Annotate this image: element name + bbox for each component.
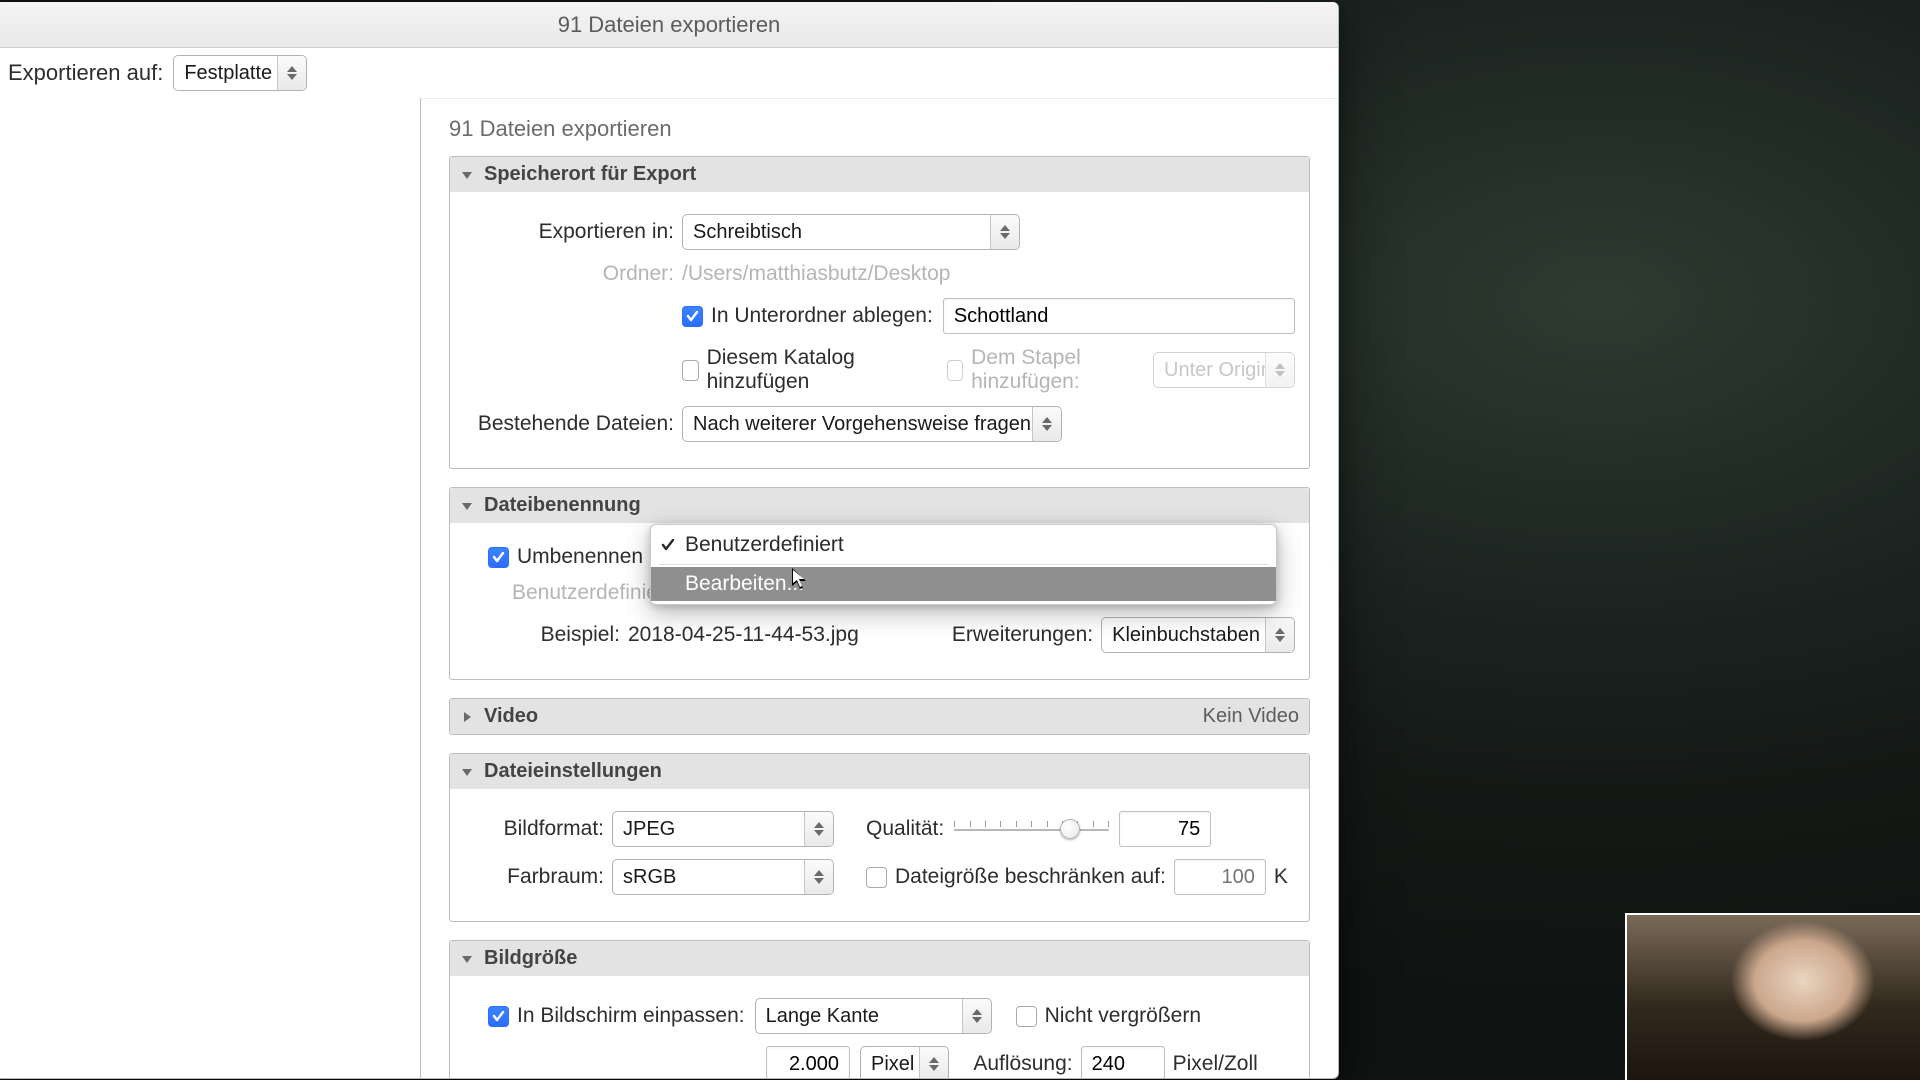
- panel-file-settings: Dateieinstellungen Bildformat: JPEG: [449, 753, 1310, 922]
- resolution-input[interactable]: [1081, 1046, 1165, 1078]
- stack-position-popup: Unter Original: [1153, 352, 1295, 388]
- rename-template-menu: Benutzerdefiniert Bearbeiten...: [650, 524, 1277, 605]
- chevron-up-down-icon: [962, 999, 991, 1033]
- panel-title: Video: [484, 705, 538, 728]
- add-catalog-checkbox[interactable]: [682, 360, 699, 381]
- triangle-down-icon: [460, 765, 474, 779]
- existing-files-popup[interactable]: Nach weiterer Vorgehensweise fragen: [682, 406, 1062, 442]
- menu-item-label: Bearbeiten...: [685, 572, 804, 596]
- subfolder-checkbox[interactable]: [682, 306, 703, 327]
- toolbar: Exportieren auf: Festplatte: [0, 48, 1338, 99]
- menu-item-custom[interactable]: Benutzerdefiniert: [651, 528, 1276, 562]
- video-status: Kein Video: [1203, 705, 1299, 728]
- existing-files-value: Nach weiterer Vorgehensweise fragen: [693, 413, 1065, 436]
- panel-header[interactable]: Dateibenennung: [450, 488, 1309, 523]
- triangle-down-icon: [460, 952, 474, 966]
- subfolder-input[interactable]: [943, 298, 1295, 334]
- panel-image-sizing: Bildgröße In Bildschirm einpassen: Lange…: [449, 940, 1310, 1078]
- triangle-right-icon: [460, 710, 474, 724]
- chevron-up-down-icon: [990, 215, 1019, 249]
- colorspace-popup[interactable]: sRGB: [612, 859, 834, 895]
- dont-enlarge-label: Nicht vergrößern: [1045, 1004, 1201, 1028]
- dimension-input[interactable]: [766, 1046, 850, 1078]
- rename-checkbox[interactable]: [488, 547, 509, 568]
- format-value: JPEG: [623, 818, 709, 841]
- folder-label: Ordner:: [464, 262, 682, 286]
- resize-fit-label: In Bildschirm einpassen:: [517, 1004, 745, 1028]
- chevron-up-down-icon: [804, 812, 833, 846]
- triangle-down-icon: [460, 499, 474, 513]
- limit-size-unit: K: [1274, 865, 1288, 889]
- export-to-label: Exportieren auf:: [8, 60, 163, 86]
- stack-position-value: Unter Original: [1164, 359, 1321, 382]
- export-to-popup[interactable]: Festplatte: [173, 55, 307, 91]
- check-icon: [661, 533, 675, 557]
- export-in-label: Exportieren in:: [464, 220, 682, 244]
- quality-slider[interactable]: [954, 818, 1109, 840]
- chevron-up-down-icon: [1265, 618, 1294, 652]
- dimension-unit-popup[interactable]: Pixel: [860, 1046, 949, 1078]
- dont-enlarge-checkbox[interactable]: [1016, 1006, 1037, 1027]
- extensions-popup[interactable]: Kleinbuchstaben: [1101, 617, 1295, 653]
- preset-sidebar[interactable]: [0, 98, 421, 1078]
- panel-header[interactable]: Video Kein Video: [450, 699, 1309, 734]
- limit-size-input[interactable]: [1174, 859, 1266, 895]
- resize-fit-value: Lange Kante: [766, 1005, 913, 1028]
- format-popup[interactable]: JPEG: [612, 811, 834, 847]
- webcam-overlay: [1625, 913, 1920, 1080]
- folder-path: /Users/matthiasbutz/Desktop: [682, 262, 950, 286]
- panel-header[interactable]: Bildgröße: [450, 941, 1309, 976]
- export-in-value: Schreibtisch: [693, 221, 836, 244]
- panel-header[interactable]: Speicherort für Export: [450, 157, 1309, 192]
- existing-files-label: Bestehende Dateien:: [464, 412, 682, 436]
- colorspace-value: sRGB: [623, 866, 710, 889]
- menu-separator: [659, 564, 1268, 565]
- window-title: 91 Dateien exportieren: [0, 2, 1338, 48]
- chevron-up-down-icon: [804, 860, 833, 894]
- example-value: 2018-04-25-11-44-53.jpg: [628, 623, 859, 647]
- limit-size-label: Dateigröße beschränken auf:: [895, 865, 1166, 889]
- chevron-up-down-icon: [1265, 353, 1294, 387]
- rename-checkbox-label: Umbenennen in:: [517, 545, 671, 569]
- quality-input[interactable]: [1119, 811, 1211, 847]
- subfolder-checkbox-label: In Unterordner ablegen:: [711, 304, 933, 328]
- panel-title: Speicherort für Export: [484, 163, 696, 186]
- colorspace-label: Farbraum:: [464, 865, 612, 889]
- resize-fit-checkbox[interactable]: [488, 1006, 509, 1027]
- page-subtitle: 91 Dateien exportieren: [449, 116, 1310, 142]
- resize-fit-popup[interactable]: Lange Kante: [755, 998, 992, 1034]
- quality-label: Qualität:: [866, 817, 944, 841]
- add-stack-checkbox: [947, 360, 964, 381]
- add-catalog-label: Diesem Katalog hinzufügen: [707, 346, 904, 394]
- resolution-unit: Pixel/Zoll: [1173, 1052, 1258, 1076]
- extensions-label: Erweiterungen:: [952, 623, 1093, 647]
- panel-file-naming: Dateibenennung Umbenennen in: Be: [449, 487, 1310, 680]
- panel-title: Dateibenennung: [484, 494, 641, 517]
- chevron-up-down-icon: [277, 56, 306, 90]
- panel-video: Video Kein Video: [449, 698, 1310, 735]
- limit-size-checkbox[interactable]: [866, 867, 887, 888]
- format-label: Bildformat:: [464, 817, 612, 841]
- chevron-up-down-icon: [1032, 407, 1061, 441]
- panel-export-location: Speicherort für Export Exportieren in: S…: [449, 156, 1310, 469]
- example-label: Beispiel:: [464, 623, 628, 647]
- menu-item-label: Benutzerdefiniert: [685, 533, 844, 557]
- panel-title: Dateieinstellungen: [484, 760, 662, 783]
- resolution-label: Auflösung:: [973, 1052, 1072, 1076]
- menu-item-edit[interactable]: Bearbeiten...: [651, 567, 1276, 601]
- export-dialog: 91 Dateien exportieren Exportieren auf: …: [0, 2, 1339, 1079]
- chevron-up-down-icon: [919, 1047, 948, 1078]
- export-in-popup[interactable]: Schreibtisch: [682, 214, 1020, 250]
- panel-header[interactable]: Dateieinstellungen: [450, 754, 1309, 789]
- triangle-down-icon: [460, 168, 474, 182]
- add-stack-label: Dem Stapel hinzufügen:: [971, 346, 1143, 394]
- settings-pane: 91 Dateien exportieren Speicherort für E…: [421, 98, 1338, 1078]
- panel-title: Bildgröße: [484, 947, 577, 970]
